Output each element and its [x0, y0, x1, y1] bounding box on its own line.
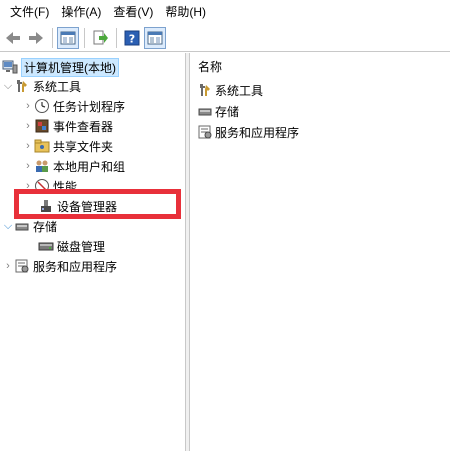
export-list-button[interactable] — [89, 27, 111, 49]
chevron-right-icon[interactable]: › — [2, 256, 14, 276]
show-hide-tree-button[interactable] — [57, 26, 79, 49]
users-icon — [36, 160, 48, 172]
event-viewer-icon — [35, 119, 49, 133]
help-icon: ? — [124, 30, 140, 45]
toolbar-separator — [116, 27, 117, 48]
toolbar-separator — [52, 27, 53, 48]
clock-icon — [35, 99, 49, 113]
tree-item-label: 任务计划程序 — [53, 99, 126, 114]
tree-item-label: 事件查看器 — [53, 119, 114, 134]
chevron-down-icon[interactable]: ⌵ — [2, 216, 14, 236]
tree-item-services-apps[interactable]: › 服务和应用程序 — [2, 256, 117, 276]
services-icon — [15, 259, 29, 273]
tree-item-storage[interactable]: ⌵ 存储 — [2, 216, 57, 236]
tree-item-label: 性能 — [53, 179, 78, 194]
chevron-right-icon[interactable]: › — [22, 116, 34, 136]
show-hide-tree-icon — [60, 31, 76, 44]
tree-item-label: 设备管理器 — [57, 199, 118, 214]
system-tools-icon — [17, 80, 27, 92]
column-header-name[interactable]: 名称 — [198, 58, 222, 75]
svg-text:?: ? — [129, 32, 135, 45]
toolbar-separator — [84, 27, 85, 48]
chevron-down-icon[interactable]: ⌵ — [2, 76, 14, 96]
tree-item-local-users[interactable]: › 本地用户和组 — [22, 156, 125, 176]
properties-button[interactable] — [144, 26, 166, 49]
list-item-label: 服务和应用程序 — [215, 125, 300, 140]
chevron-right-icon[interactable]: › — [22, 156, 34, 176]
pane-splitter[interactable] — [186, 53, 190, 451]
tree-item-label: 存储 — [33, 219, 58, 234]
tree-item-label: 计算机管理(本地) — [21, 57, 119, 77]
performance-icon — [35, 179, 49, 193]
tree-item-label: 系统工具 — [33, 79, 82, 94]
tree-item-label: 服务和应用程序 — [33, 259, 118, 274]
menu-file[interactable]: 文件(F) — [4, 0, 55, 24]
forward-icon — [29, 31, 43, 44]
list-item[interactable]: 系统工具 — [197, 80, 263, 100]
chevron-right-icon[interactable]: › — [22, 136, 34, 156]
chevron-right-icon[interactable]: › — [22, 176, 34, 196]
toolbar: ? — [0, 24, 450, 52]
tree-item-computer-management[interactable]: 计算机管理(本地) — [2, 57, 119, 77]
services-icon — [198, 125, 212, 139]
tree-item-label: 共享文件夹 — [53, 139, 114, 154]
properties-icon — [147, 31, 163, 44]
list-item-label: 系统工具 — [215, 83, 264, 98]
list-item[interactable]: 服务和应用程序 — [197, 122, 299, 142]
forward-button[interactable] — [25, 27, 47, 49]
tree-item-label: 磁盘管理 — [57, 239, 106, 254]
tree-item-performance[interactable]: › 性能 — [22, 176, 77, 196]
list-item-label: 存储 — [215, 104, 240, 119]
storage-icon — [15, 223, 29, 231]
chevron-right-icon[interactable]: › — [22, 96, 34, 116]
shared-folder-icon — [34, 139, 50, 153]
export-list-icon — [93, 30, 108, 44]
tree-item-shared-folders[interactable]: › 共享文件夹 — [22, 136, 113, 156]
menu-action[interactable]: 操作(A) — [55, 0, 107, 24]
system-tools-icon — [200, 84, 210, 96]
list-item[interactable]: 存储 — [197, 101, 239, 121]
device-manager-icon — [41, 200, 51, 212]
menu-view[interactable]: 查看(V) — [107, 0, 159, 24]
computer-management-icon — [2, 60, 18, 74]
back-button[interactable] — [2, 27, 24, 49]
tree-item-device-manager[interactable]: 设备管理器 — [38, 196, 117, 216]
tree-item-label: 本地用户和组 — [53, 159, 126, 174]
tree-item-task-scheduler[interactable]: › 任务计划程序 — [22, 96, 125, 116]
disk-icon — [38, 242, 54, 251]
tree-item-event-viewer[interactable]: › 事件查看器 — [22, 116, 113, 136]
tree-item-disk-management[interactable]: 磁盘管理 — [38, 236, 105, 256]
menu-help[interactable]: 帮助(H) — [159, 0, 212, 24]
storage-icon — [198, 108, 212, 116]
menu-bar: 文件(F) 操作(A) 查看(V) 帮助(H) — [0, 0, 450, 24]
back-icon — [6, 31, 20, 44]
tree-item-system-tools[interactable]: ⌵ 系统工具 — [2, 76, 81, 96]
help-button[interactable]: ? — [121, 27, 143, 49]
